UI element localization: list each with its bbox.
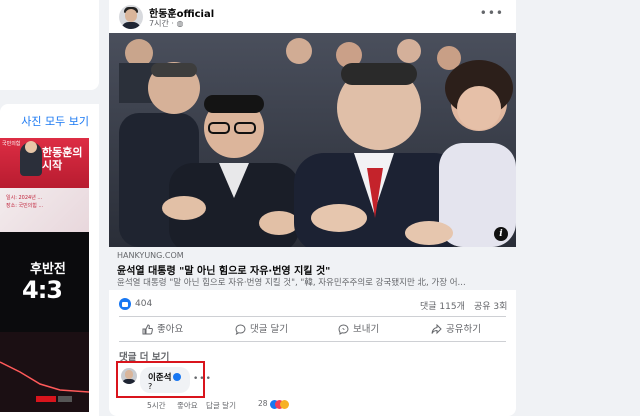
like-button[interactable]: 좋아요	[142, 321, 183, 337]
post-time-text: 7시간 ·	[149, 19, 174, 28]
photos-card: 사진 모두 보기 국민의힘 한동훈의 시작 일시: 2024년 ... 장소: …	[0, 104, 99, 416]
party-tag: 국민의힘	[2, 141, 21, 147]
messenger-icon	[338, 324, 349, 335]
comment-count[interactable]: 댓글 115개	[420, 299, 465, 312]
globe-icon: ◍	[176, 19, 184, 28]
link-domain: HANKYUNG.COM	[117, 251, 184, 260]
thumb2-title: 후반전	[30, 262, 66, 277]
link-photo[interactable]: i	[109, 33, 516, 247]
like-reaction-icon[interactable]	[119, 298, 131, 310]
divider	[119, 316, 506, 317]
more-options-icon[interactable]: •••	[480, 6, 504, 20]
link-description: 윤석열 대통령 "말 아닌 힘으로 자유·번영 지킬 것", "韓, 자유민주주…	[117, 278, 466, 288]
author-avatar[interactable]	[119, 5, 143, 29]
reaction-count[interactable]: 404	[135, 299, 152, 309]
post-card: 한동훈official 7시간 · ◍ ••• i HANKYUNG.COM 윤…	[109, 0, 516, 416]
commenter-name[interactable]: 이준석	[148, 371, 182, 383]
commenter-suit	[122, 379, 136, 384]
photo-thumbnail-2[interactable]: 후반전 4:3	[0, 232, 89, 332]
commenter-face	[125, 370, 133, 379]
photo-thumbnail-3[interactable]	[0, 332, 89, 412]
comment-button[interactable]: 댓글 달기	[235, 321, 288, 337]
thumb-title-line-1: 한동훈의	[42, 146, 83, 159]
avatar-face	[125, 9, 137, 22]
comment-options-icon[interactable]: •••	[193, 374, 212, 384]
comment-reaction-count[interactable]: 28	[258, 399, 268, 408]
photo-thumbnail-1[interactable]: 국민의힘 한동훈의 시작 일시: 2024년 ... 장소: 국민의힘 ...	[0, 138, 89, 232]
thumbs-up-icon	[142, 324, 153, 335]
thumb2-score: 4:3	[22, 276, 63, 304]
person-figure	[20, 141, 42, 176]
share-button[interactable]: 공유하기	[431, 321, 481, 337]
comment-time[interactable]: 5시간	[147, 400, 166, 411]
thumb-line: 일시: 2024년 ...	[6, 195, 43, 201]
ceremony-photo	[109, 33, 516, 247]
thumb-details: 일시: 2024년 ... 장소: 국민의힘 ...	[6, 194, 83, 210]
comment-label: 댓글 달기	[250, 324, 288, 335]
share-arrow-icon	[431, 323, 442, 335]
post-time[interactable]: 7시간 · ◍	[149, 18, 183, 29]
send-label: 보내기	[353, 324, 380, 335]
avatar-suit	[121, 22, 141, 29]
divider	[119, 341, 506, 342]
left-top-card	[0, 0, 99, 90]
share-label: 공유하기	[446, 324, 481, 335]
like-label: 좋아요	[157, 324, 184, 335]
see-all-photos-link[interactable]: 사진 모두 보기	[21, 113, 89, 129]
thumb-title-line-2: 시작	[42, 159, 63, 172]
trend-graphic	[0, 361, 89, 402]
haha-reaction-icon	[280, 400, 289, 409]
verified-badge-icon	[173, 372, 182, 381]
comment-text: ?	[148, 382, 153, 391]
comment-reply-button[interactable]: 답글 달기	[206, 400, 236, 411]
commenter-avatar[interactable]	[121, 368, 137, 384]
link-preview[interactable]: HANKYUNG.COM 윤석열 대통령 "말 아닌 힘으로 자유·번영 지킬 …	[109, 247, 516, 290]
comment-icon	[235, 324, 246, 336]
comment-like-button[interactable]: 좋아요	[177, 400, 198, 411]
comment-bubble: 이준석 ?	[140, 367, 190, 393]
send-button[interactable]: 보내기	[338, 321, 379, 337]
thumb-title: 한동훈의 시작	[42, 146, 82, 172]
share-count[interactable]: 공유 3회	[474, 299, 507, 312]
thumb-line: 장소: 국민의힘 ...	[6, 203, 44, 209]
info-icon[interactable]: i	[494, 227, 508, 241]
link-headline: 윤석열 대통령 "말 아닌 힘으로 자유·번영 지킬 것"	[117, 266, 331, 277]
